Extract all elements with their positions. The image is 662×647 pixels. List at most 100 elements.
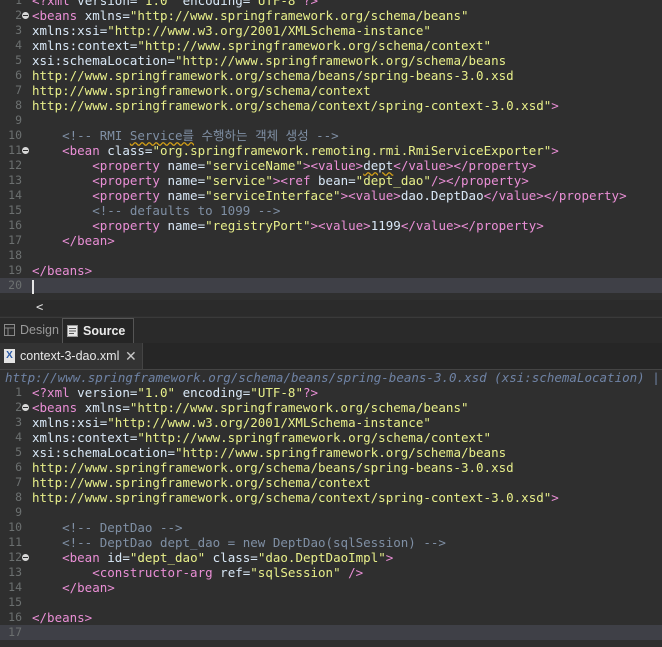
line-number: 14 <box>8 580 22 594</box>
line-number: 2 <box>15 400 22 414</box>
horizontal-scrollbar[interactable]: < <box>0 300 662 316</box>
code-line[interactable]: 13 <constructor-arg ref="sqlSession" /> <box>0 565 662 580</box>
line-number: 1 <box>15 385 22 399</box>
code-line[interactable]: 4 xmlns:context="http://www.springframewo… <box>0 38 662 53</box>
code-line[interactable]: 6 http://www.springframework.org/schema/b… <box>0 68 662 83</box>
code-line[interactable]: 11 <!-- DeptDao dept_dao = new DeptDao(s… <box>0 535 662 550</box>
line-number: 11 <box>8 535 22 549</box>
fold-collapse-icon[interactable] <box>22 147 29 154</box>
code-line[interactable]: 19 </beans> <box>0 263 662 278</box>
code-text: <property name="serviceName"><value>dept… <box>92 158 537 173</box>
code-line[interactable]: 15 <box>0 595 662 610</box>
code-text: http://www.springframework.org/schema/co… <box>32 490 559 505</box>
code-line[interactable]: 10 <!-- DeptDao --> <box>0 520 662 535</box>
line-number: 14 <box>8 188 22 202</box>
line-number: 6 <box>15 460 22 474</box>
code-text: http://www.springframework.org/schema/be… <box>32 460 514 475</box>
tab-source[interactable]: Source <box>62 318 135 343</box>
line-number: 3 <box>15 415 22 429</box>
code-line[interactable]: 2 <beans xmlns="http://www.springframewor… <box>0 8 662 23</box>
code-line[interactable]: 12 <property name="serviceName"><value>d… <box>0 158 662 173</box>
code-text: <bean class="org.springframework.remotin… <box>62 143 559 158</box>
code-line[interactable]: 5 xsi:schemaLocation="http://www.springfr… <box>0 445 662 460</box>
code-line[interactable]: 16 </beans> <box>0 610 662 625</box>
line-number: 7 <box>15 83 22 97</box>
code-text: http://www.springframework.org/schema/co… <box>32 83 371 98</box>
code-line[interactable]: 11 <bean class="org.springframework.remo… <box>0 143 662 158</box>
code-line[interactable]: 13 <property name="service"><ref bean="d… <box>0 173 662 188</box>
line-number: 5 <box>15 445 22 459</box>
code-line[interactable]: 14 </bean> <box>0 580 662 595</box>
code-line[interactable]: 5 xsi:schemaLocation="http://www.springfr… <box>0 53 662 68</box>
code-text <box>32 278 34 294</box>
tab-source-label: Source <box>83 324 126 338</box>
code-line[interactable]: 3 xmlns:xsi="http://www.w3.org/2001/XMLSc… <box>0 23 662 38</box>
code-text: xmlns:xsi="http://www.w3.org/2001/XMLSch… <box>32 23 431 38</box>
line-number: 20 <box>8 278 22 292</box>
code-line[interactable]: 6 http://www.springframework.org/schema/b… <box>0 460 662 475</box>
code-line[interactable]: 4 xmlns:context="http://www.springframewo… <box>0 430 662 445</box>
line-number: 9 <box>15 505 22 519</box>
line-number: 8 <box>15 98 22 112</box>
code-line[interactable]: 8 http://www.springframework.org/schema/c… <box>0 98 662 113</box>
line-number: 17 <box>8 233 22 247</box>
code-text: <?xml version="1.0" encoding="UTF-8"?> <box>32 0 319 8</box>
code-line[interactable]: 1 <?xml version="1.0" encoding="UTF-8"?> <box>0 0 662 8</box>
code-text: <beans xmlns="http://www.springframework… <box>32 8 469 23</box>
code-text: <property name="registryPort"><value>119… <box>92 218 544 233</box>
xml-file-icon: X <box>4 349 15 363</box>
code-text: http://www.springframework.org/schema/be… <box>32 68 514 83</box>
line-number: 15 <box>8 203 22 217</box>
line-number: 10 <box>8 520 22 534</box>
code-text: <bean id="dept_dao" class="dao.DeptDaoIm… <box>62 550 394 565</box>
line-number: 1 <box>15 0 22 7</box>
editor-tab-context-3-dao[interactable]: X context-3-dao.xml ✕ <box>0 343 143 369</box>
code-line[interactable]: 7 http://www.springframework.org/schema/c… <box>0 475 662 490</box>
code-line[interactable]: 18 <box>0 248 662 263</box>
code-text: xmlns:xsi="http://www.w3.org/2001/XMLSch… <box>32 415 431 430</box>
line-number: 10 <box>8 128 22 142</box>
code-line[interactable]: 15 <!-- defaults to 1099 --> <box>0 203 662 218</box>
line-number: 12 <box>8 550 22 564</box>
code-line[interactable]: 17 </bean> <box>0 233 662 248</box>
line-number: 17 <box>8 625 22 639</box>
editor-tabbar: X context-3-dao.xml ✕ <box>0 343 662 370</box>
fold-collapse-icon[interactable] <box>22 12 29 19</box>
source-file-icon <box>67 325 78 337</box>
line-number: 7 <box>15 475 22 489</box>
code-line[interactable]: 12 <bean id="dept_dao" class="dao.DeptDa… <box>0 550 662 565</box>
code-text: http://www.springframework.org/schema/co… <box>32 475 371 490</box>
scroll-left-icon[interactable]: < <box>36 300 43 314</box>
code-text: <!-- defaults to 1099 --> <box>92 203 281 218</box>
code-text: <property name="serviceInterface"><value… <box>92 188 627 203</box>
design-source-tabbar: Design Source <box>0 317 662 343</box>
close-icon[interactable]: ✕ <box>125 343 137 369</box>
line-number: 4 <box>15 38 22 52</box>
code-line[interactable]: 3 xmlns:xsi="http://www.w3.org/2001/XMLSc… <box>0 415 662 430</box>
line-number: 15 <box>8 595 22 609</box>
line-number: 4 <box>15 430 22 444</box>
code-line[interactable]: 20 <box>0 278 662 294</box>
code-text: xmlns:context="http://www.springframewor… <box>32 38 492 53</box>
bottom-code-editor[interactable]: 1 <?xml version="1.0" encoding="UTF-8"?> 2… <box>0 385 662 647</box>
fold-collapse-icon[interactable] <box>22 404 29 411</box>
code-line[interactable]: 17 <box>0 625 662 640</box>
code-line[interactable]: 8 http://www.springframework.org/schema/c… <box>0 490 662 505</box>
editor-tab-label: context-3-dao.xml <box>20 349 120 363</box>
line-number: 6 <box>15 68 22 82</box>
code-text: <beans xmlns="http://www.springframework… <box>32 400 469 415</box>
code-text: http://www.springframework.org/schema/co… <box>32 98 559 113</box>
fold-collapse-icon[interactable] <box>22 554 29 561</box>
code-line[interactable]: 10 <!-- RMI Service를 수행하는 객체 생성 --> <box>0 128 662 143</box>
line-number: 13 <box>8 565 22 579</box>
code-line[interactable]: 1 <?xml version="1.0" encoding="UTF-8"?> <box>0 385 662 400</box>
code-line[interactable]: 14 <property name="serviceInterface"><va… <box>0 188 662 203</box>
code-line[interactable]: 7 http://www.springframework.org/schema/c… <box>0 83 662 98</box>
code-line[interactable]: 2 <beans xmlns="http://www.springframewor… <box>0 400 662 415</box>
tab-design[interactable]: Design <box>0 318 67 342</box>
top-code-editor[interactable]: 1 <?xml version="1.0" encoding="UTF-8"?> 2… <box>0 0 662 300</box>
code-line[interactable]: 16 <property name="registryPort"><value>… <box>0 218 662 233</box>
code-line[interactable]: 9 <box>0 505 662 520</box>
code-text: <?xml version="1.0" encoding="UTF-8"?> <box>32 385 319 400</box>
code-line[interactable]: 9 <box>0 113 662 128</box>
